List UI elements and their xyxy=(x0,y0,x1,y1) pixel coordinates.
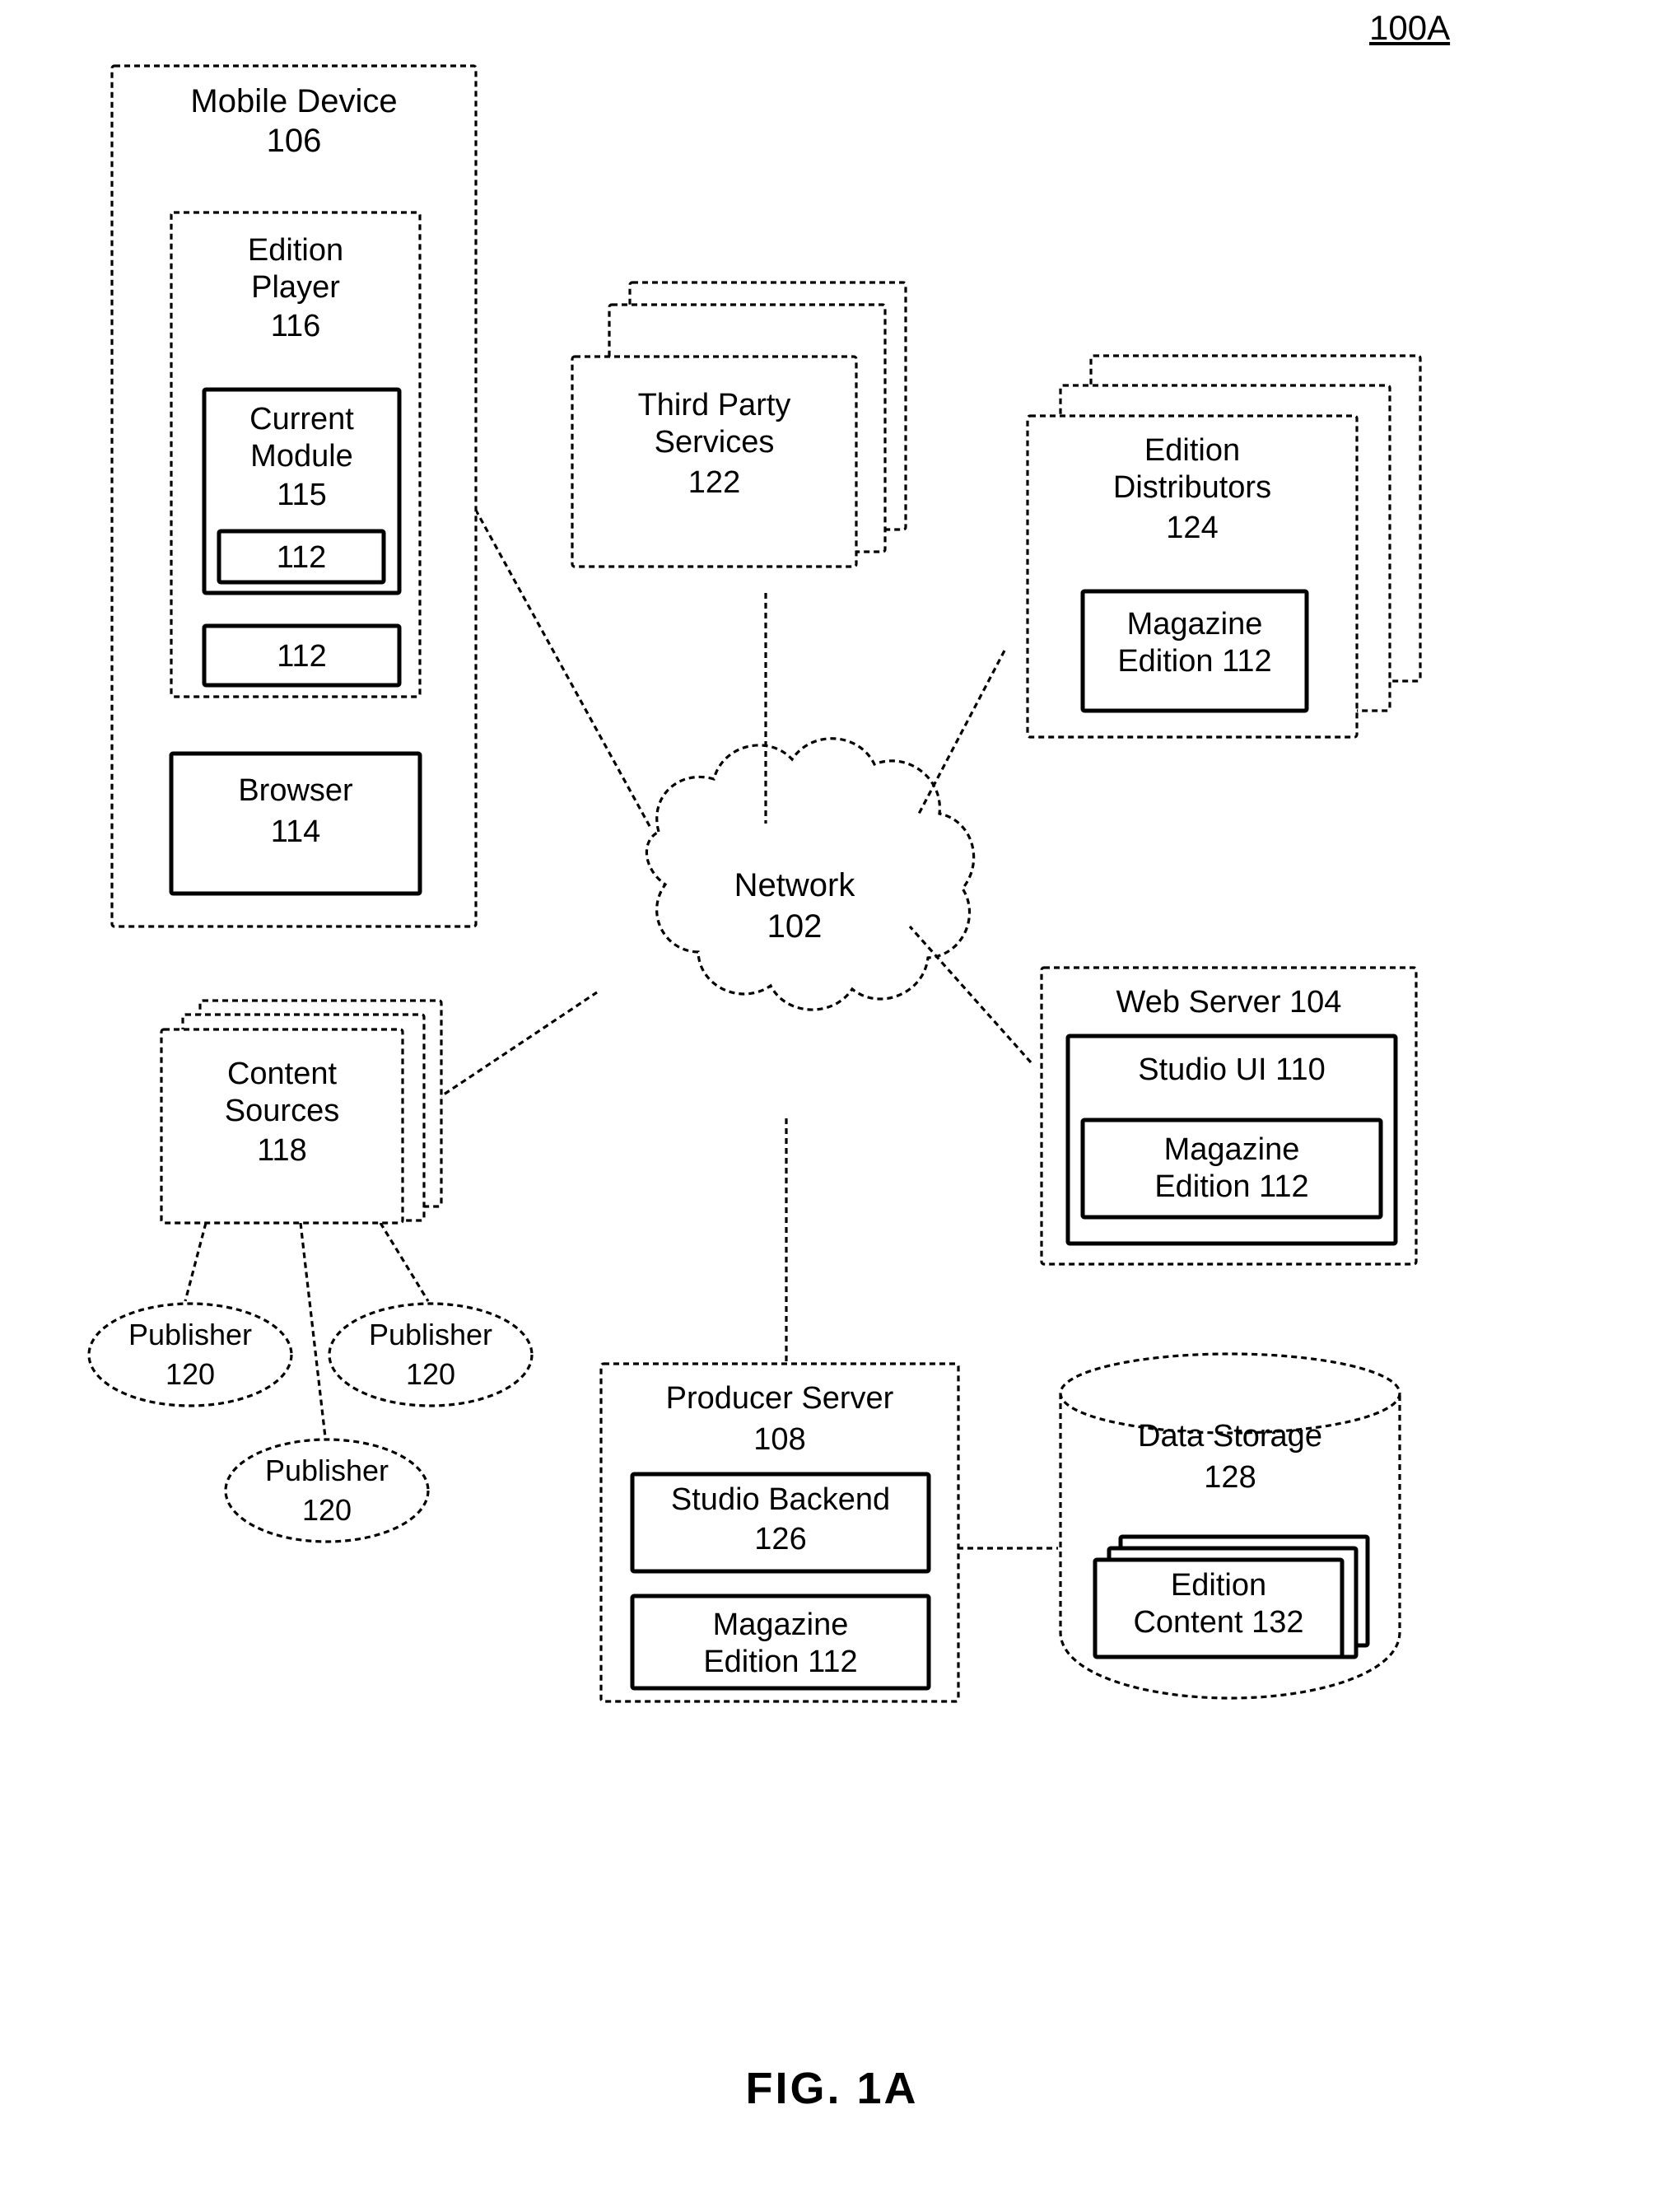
data-storage-cylinder-top xyxy=(1059,1352,1401,1435)
producer-magazine-edition-box xyxy=(630,1594,931,1691)
web-server-group xyxy=(1040,966,1418,1266)
figure-caption: FIG. 1A xyxy=(745,2064,919,2113)
distributor-magazine-edition-box xyxy=(1080,589,1309,713)
figure-reference-number: 100A xyxy=(1369,8,1451,47)
network-cloud-shape xyxy=(645,737,976,1011)
browser-box xyxy=(169,751,422,896)
module-edition-112-inner-box xyxy=(217,529,386,585)
publisher-2-ellipse xyxy=(328,1302,534,1407)
data-storage-group xyxy=(1059,1352,1401,1700)
edition-content-box xyxy=(1093,1557,1345,1659)
producer-server-group xyxy=(599,1362,960,1703)
publisher-3-ellipse xyxy=(224,1438,430,1543)
network-cloud-group xyxy=(645,737,976,1011)
connector-web-server-to-network xyxy=(908,925,1032,1064)
diagram-vector-layer: .dash { fill:#ffffff; stroke:#000000; st… xyxy=(87,64,1422,1703)
third-party-services-box xyxy=(571,355,858,568)
connector-content-sources-to-publisher-3 xyxy=(299,1222,327,1438)
connector-content-sources-to-publisher-2 xyxy=(379,1222,430,1302)
patent-figure-page: .dash { fill:#ffffff; stroke:#000000; st… xyxy=(0,0,1664,2212)
publishers-group xyxy=(87,1302,534,1543)
mobile-device-group xyxy=(110,64,478,928)
edition-distributors-group xyxy=(1026,354,1422,739)
module-edition-112-box xyxy=(202,623,402,688)
connector-content-sources-to-publisher-1 xyxy=(184,1222,207,1302)
connector-edition-distributors-to-network xyxy=(916,650,1006,816)
publisher-1-ellipse xyxy=(87,1302,293,1407)
studio-backend-box xyxy=(630,1472,931,1574)
studio-magazine-edition-box xyxy=(1080,1118,1383,1220)
content-sources-group xyxy=(160,999,443,1225)
content-sources-box xyxy=(160,1028,404,1225)
third-party-services-group xyxy=(571,281,907,568)
